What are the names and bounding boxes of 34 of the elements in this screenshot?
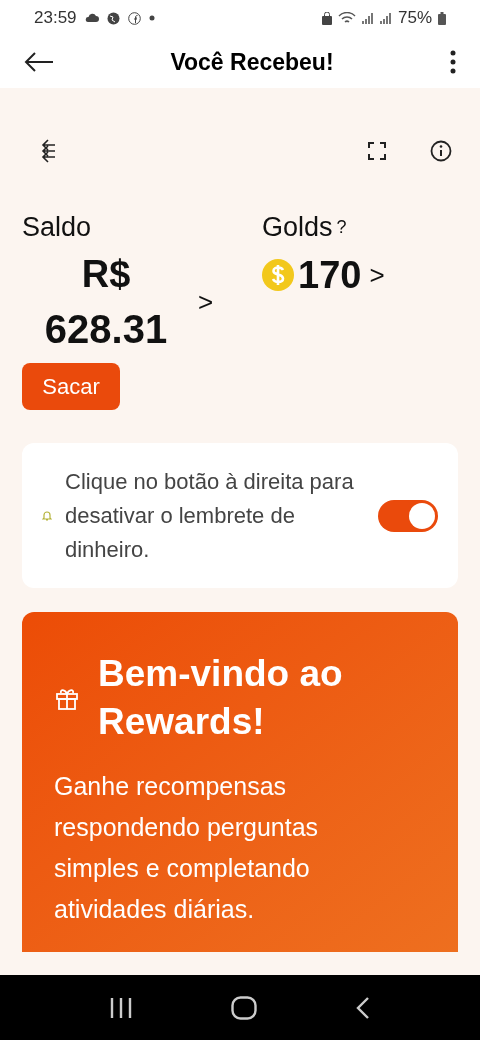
page-title: Você Recebeu! [170,47,334,77]
welcome-title: Bem-vindo ao Rewards! [98,652,344,744]
back-arrow-icon[interactable] [24,52,54,72]
fullscreen-icon[interactable] [368,141,386,160]
wifi-icon [337,11,356,25]
withdraw-button[interactable]: Sacar [22,363,120,410]
balance-chevron[interactable]: > [198,282,214,322]
currency-symbol: R$ [81,252,131,297]
info-icon[interactable] [430,139,452,162]
balance-amount: 628.31 [44,306,168,353]
welcome-text: Ganhe recompensas respondendo perguntas simples e completando atividades diárias. [54,771,320,925]
golds-label: Golds [262,211,333,244]
balance-label: Saldo [22,211,93,244]
status-time: 23:59 [34,7,77,30]
reminder-text: Clique no botão à direita para desativar o lembrete de dinheiro. [65,467,355,564]
signal-icon [361,12,374,24]
golds-amount: 170 [298,253,362,298]
more-icon[interactable] [450,50,456,74]
reminder-toggle[interactable] [378,499,438,532]
bell-icon [42,510,52,521]
signal-icon [379,12,392,24]
battery-icon [438,11,446,25]
battery-level: 75% [397,7,432,30]
golds-chevron[interactable]: > [369,255,385,295]
home-icon[interactable] [231,995,257,1020]
lock-icon [321,11,332,25]
help-mark[interactable]: ? [336,214,347,241]
recent-apps-icon[interactable] [109,997,132,1018]
facebook-icon [127,11,141,25]
dot-icon [148,15,155,21]
back-icon[interactable] [356,995,371,1020]
cloud-icon [84,13,99,23]
coin-icon [262,259,294,291]
arrows-icon[interactable] [40,137,56,164]
